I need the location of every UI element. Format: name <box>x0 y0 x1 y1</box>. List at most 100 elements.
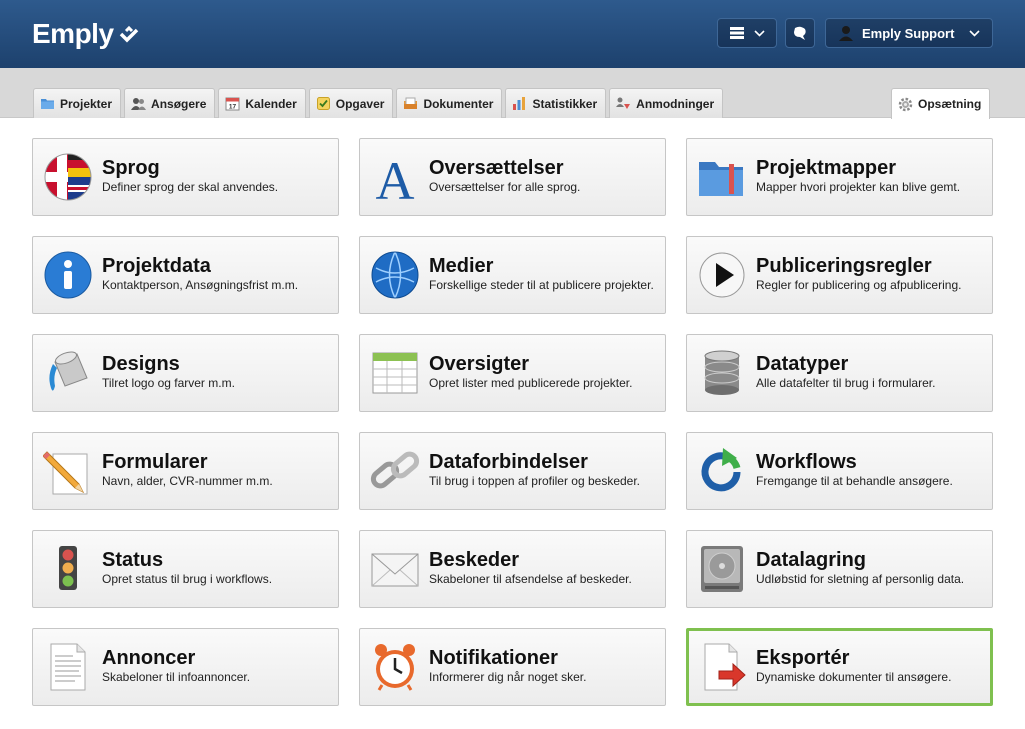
tab-opgaver[interactable]: Opgaver <box>308 88 394 118</box>
card-title: Medier <box>429 255 494 277</box>
database-icon <box>704 350 740 395</box>
refresh-icon <box>701 448 741 492</box>
tab-opsaetning[interactable]: Opsætning <box>891 88 991 119</box>
card-description: Oversættelser for alle sprog. <box>429 180 581 194</box>
tab-label: Opgaver <box>335 96 385 111</box>
chat-bubble-icon <box>794 26 806 40</box>
logo-text: Emply <box>32 18 114 49</box>
users-icon <box>131 98 147 110</box>
card-description: Alle datafelter til brug i formularer. <box>756 376 936 390</box>
folder-icon <box>699 162 743 196</box>
chain-link-icon <box>370 451 420 489</box>
settings-card-oversaettelser[interactable]: A Oversættelser Oversættelser for alle s… <box>359 138 666 216</box>
list-icon <box>729 27 744 39</box>
calendar-icon: 17 <box>225 97 240 111</box>
tab-label: Dokumenter <box>423 96 494 111</box>
card-description: Til brug i toppen af profiler og beskede… <box>429 474 641 488</box>
card-title: Dataforbindelser <box>429 451 588 473</box>
settings-card-oversigter[interactable]: Oversigter Opret lister med publicerede … <box>359 334 666 412</box>
chevron-down-icon <box>753 29 765 37</box>
tab-dokumenter[interactable]: Dokumenter <box>396 88 503 118</box>
settings-card-status[interactable]: Status Opret status til brug i workflows… <box>32 530 339 608</box>
settings-card-medier[interactable]: Medier Forskellige steder til at publice… <box>359 236 666 314</box>
tab-kalender[interactable]: 17 Kalender <box>218 88 306 118</box>
table-icon <box>372 352 418 394</box>
logo-mark-icon <box>119 25 138 43</box>
card-title: Publiceringsregler <box>756 255 932 277</box>
settings-card-annoncer[interactable]: Annoncer Skabeloner til infoannoncer. <box>32 628 339 706</box>
card-description: Udløbstid for sletning af personlig data… <box>756 572 965 586</box>
user-name: Emply Support <box>862 25 955 41</box>
svg-text:A: A <box>376 152 415 202</box>
tab-projekter[interactable]: Projekter <box>33 88 122 118</box>
user-menu-button[interactable]: Emply Support <box>825 18 993 48</box>
card-description: Mapper hvori projekter kan blive gemt. <box>756 180 961 194</box>
play-icon <box>699 252 745 298</box>
card-title: Projektmapper <box>756 157 897 179</box>
card-title: Datalagring <box>756 549 867 571</box>
hard-drive-icon <box>701 546 743 592</box>
settings-card-sprog[interactable]: Sprog Definer sprog der skal anvendes. <box>32 138 339 216</box>
settings-card-designs[interactable]: Designs Tilret logo og farver m.m. <box>32 334 339 412</box>
tab-label: Anmodninger <box>636 96 715 111</box>
tab-anmodninger[interactable]: Anmodninger <box>609 88 724 118</box>
settings-card-eksporter[interactable]: Eksportér Dynamiske dokumenter til ansøg… <box>686 628 993 706</box>
paint-bucket-icon <box>49 351 88 391</box>
card-title: Beskeder <box>429 549 520 571</box>
globe-icon <box>371 251 419 299</box>
card-title: Designs <box>102 353 180 375</box>
card-title: Annoncer <box>102 647 196 669</box>
card-title: Formularer <box>102 451 208 473</box>
settings-card-datalagring[interactable]: Datalagring Udløbstid for sletning af pe… <box>686 530 993 608</box>
settings-card-notifikationer[interactable]: Notifikationer Informerer dig når noget … <box>359 628 666 706</box>
card-description: Navn, alder, CVR-nummer m.m. <box>102 474 273 488</box>
card-title: Oversættelser <box>429 157 564 179</box>
svg-text:17: 17 <box>229 104 237 111</box>
tab-ansogere[interactable]: Ansøgere <box>124 88 216 118</box>
flag-icon <box>44 153 92 201</box>
requests-icon <box>616 97 631 109</box>
chat-button[interactable] <box>785 18 815 48</box>
card-description: Tilret logo og farver m.m. <box>102 376 235 390</box>
envelope-icon <box>371 553 419 587</box>
avatar <box>839 26 853 41</box>
settings-card-publiceringsregler[interactable]: Publiceringsregler Regler for publicerin… <box>686 236 993 314</box>
statistics-icon <box>513 97 526 110</box>
tab-label: Statistikker <box>532 96 598 111</box>
card-description: Definer sprog der skal anvendes. <box>102 180 279 194</box>
card-title: Eksportér <box>756 647 850 669</box>
card-description: Skabeloner til infoannoncer. <box>102 670 251 684</box>
main-menu-button[interactable] <box>717 18 777 48</box>
card-title: Projektdata <box>102 255 211 277</box>
tab-label: Ansøgere <box>151 96 207 111</box>
card-description: Regler for publicering og afpublicering. <box>756 278 962 292</box>
settings-card-projektdata[interactable]: Projektdata Kontaktperson, Ansøgningsfri… <box>32 236 339 314</box>
card-title: Oversigter <box>429 353 530 375</box>
emply-logo[interactable]: Emply <box>32 18 140 50</box>
alarm-clock-icon <box>375 644 415 691</box>
card-description: Forskellige steder til at publicere proj… <box>429 278 654 292</box>
tab-bar: Projekter Ansøgere 17 Kalender Opgaver D… <box>0 68 1025 119</box>
settings-card-beskeder[interactable]: Beskeder Skabeloner til afsendelse af be… <box>359 530 666 608</box>
card-description: Skabeloner til afsendelse af beskeder. <box>429 572 632 586</box>
settings-grid: Sprog Definer sprog der skal anvendes. A… <box>32 138 993 706</box>
card-description: Kontaktperson, Ansøgningsfrist m.m. <box>102 278 299 292</box>
settings-card-formularer[interactable]: Formularer Navn, alder, CVR-nummer m.m. <box>32 432 339 510</box>
card-description: Fremgange til at behandle ansøgere. <box>756 474 953 488</box>
traffic-light-icon <box>59 546 77 590</box>
card-description: Dynamiske dokumenter til ansøgere. <box>756 670 952 684</box>
settings-card-dataforbindelser[interactable]: Dataforbindelser Til brug i toppen af pr… <box>359 432 666 510</box>
tasks-icon <box>316 97 330 110</box>
tab-label: Opsætning <box>918 97 982 111</box>
document-icon <box>50 643 86 691</box>
app-header: Emply Emply Support <box>0 0 1025 68</box>
documents-icon <box>404 97 418 109</box>
tab-statistikker[interactable]: Statistikker <box>505 88 607 118</box>
settings-card-datatyper[interactable]: Datatyper Alle datafelter til brug i for… <box>686 334 993 412</box>
export-icon <box>704 643 746 691</box>
settings-card-workflows[interactable]: Workflows Fremgange til at behandle ansø… <box>686 432 993 510</box>
card-description: Opret status til brug i workflows. <box>102 572 273 586</box>
folder-icon <box>41 99 54 109</box>
settings-card-projektmapper[interactable]: Projektmapper Mapper hvori projekter kan… <box>686 138 993 216</box>
pencil-icon <box>43 451 88 495</box>
